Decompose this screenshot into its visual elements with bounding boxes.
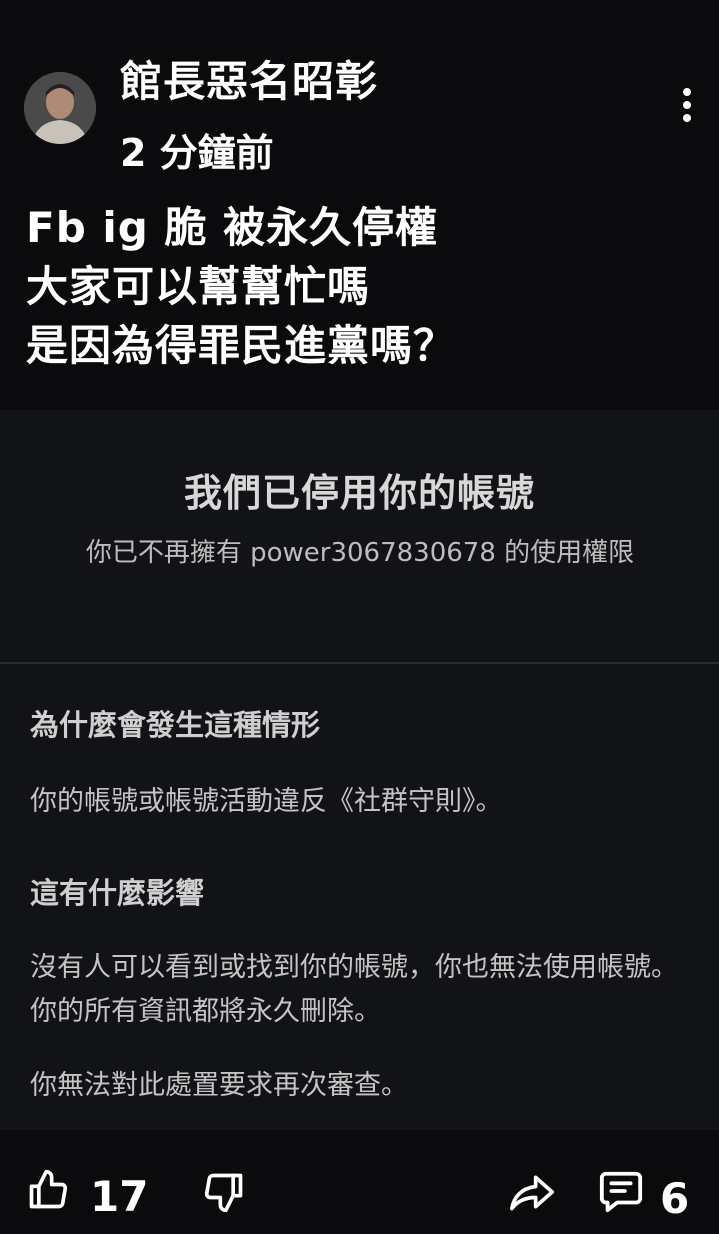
embed-subtitle: 你已不再擁有 power3067830678 的使用權限 <box>85 538 635 568</box>
avatar[interactable] <box>24 72 96 144</box>
section-heading: 為什麼會發生這種情形 <box>30 708 321 742</box>
post-timestamp: 2 分鐘前 <box>120 131 274 175</box>
post-body: Fb ig 脆 被永久停權 大家可以幫幫忙嗎 是因為得罪民進黨嗎？ <box>26 198 696 375</box>
section-text: 你無法對此處置要求再次審查。 <box>30 1070 408 1101</box>
more-vertical-icon[interactable] <box>672 88 702 128</box>
embedded-screenshot[interactable]: 我們已停用你的帳號 你已不再擁有 power3067830678 的使用權限 為… <box>0 410 719 1130</box>
section-text: 你的帳號或帳號活動違反《社群守則》。 <box>30 786 503 817</box>
thumbs-down-icon[interactable] <box>202 1170 246 1218</box>
upvote-count: 17 <box>90 1172 149 1221</box>
share-icon[interactable] <box>508 1170 556 1218</box>
thumbs-up-icon[interactable] <box>26 1168 70 1216</box>
divider <box>0 662 719 664</box>
post-line: 是因為得罪民進黨嗎？ <box>26 321 457 370</box>
embed-title: 我們已停用你的帳號 <box>183 471 535 515</box>
comment-count: 6 <box>660 1174 690 1223</box>
comment-icon[interactable] <box>598 1168 644 1218</box>
author-name[interactable]: 館長惡名昭彰 <box>120 48 378 109</box>
section-text: 沒有人可以看到或找到你的帳號，你也無法使用帳號。你的所有資訊都將永久刪除。 <box>30 952 678 1027</box>
post-header: 館長惡名昭彰 2 分鐘前 <box>0 0 719 190</box>
post-line: 大家可以幫幫忙嗎 <box>26 262 371 311</box>
section-heading: 這有什麼影響 <box>30 876 205 910</box>
post-line: Fb ig 脆 被永久停權 <box>26 203 439 252</box>
action-bar: 17 6 <box>0 1150 719 1234</box>
